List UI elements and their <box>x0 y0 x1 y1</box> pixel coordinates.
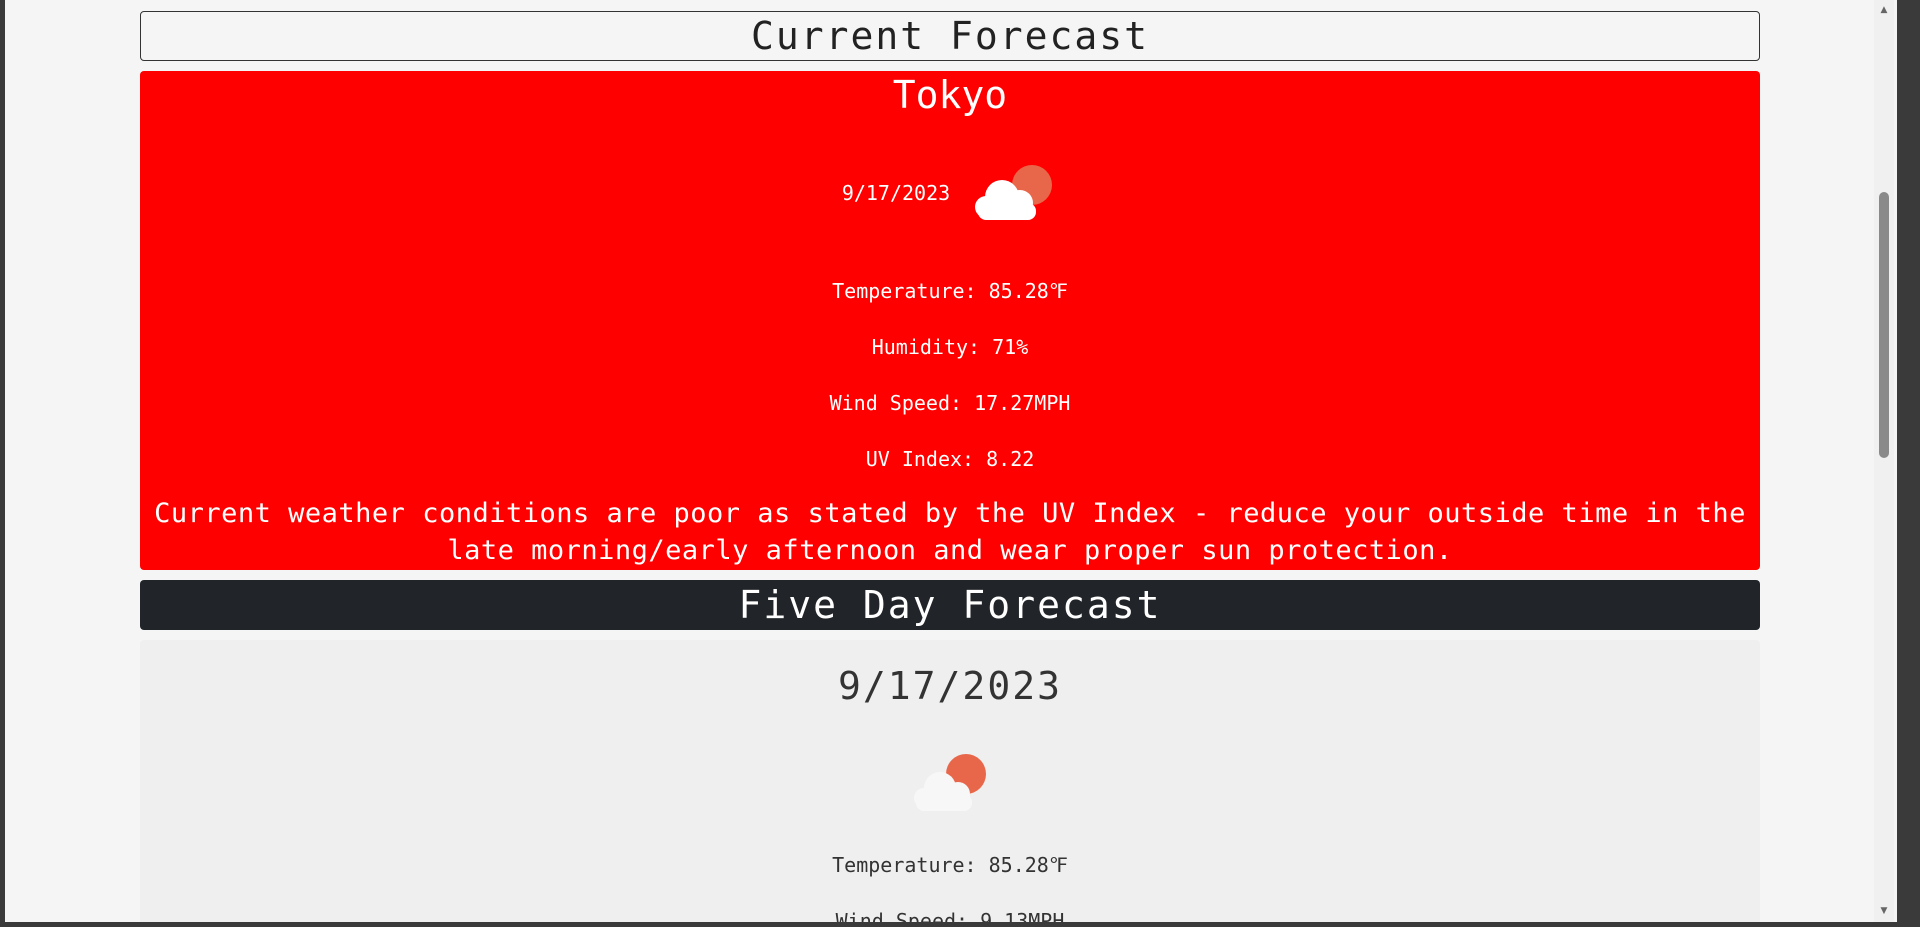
five-day-forecast-header: Five Day Forecast <box>140 580 1760 630</box>
uv-advice-text: Current weather conditions are poor as s… <box>154 498 1746 566</box>
scrollbar-thumb[interactable] <box>1879 192 1889 458</box>
vertical-scrollbar[interactable]: ▲ ▼ <box>1874 0 1894 922</box>
partly-cloudy-icon <box>914 754 986 811</box>
window-frame-left <box>0 0 5 927</box>
forecast-day-date: 9/17/2023 <box>838 664 1062 708</box>
scroll-down-arrow-icon[interactable]: ▼ <box>1874 903 1894 919</box>
forecast-day-card: 9/17/2023 Temperature: 85.28℉ Wind Speed… <box>140 640 1760 922</box>
current-uv-index: UV Index: 8.22 <box>865 447 1035 471</box>
current-forecast-card: Tokyo 9/17/2023 Temperature: 85.28℉ Humi… <box>140 71 1760 570</box>
partly-cloudy-icon <box>975 165 1053 220</box>
current-wind-speed: Wind Speed: 17.27MPH <box>829 391 1071 415</box>
window-frame-bottom <box>0 922 1920 927</box>
city-name: Tokyo <box>892 73 1008 117</box>
current-forecast-header: Current Forecast <box>140 11 1760 61</box>
scroll-up-arrow-icon[interactable]: ▲ <box>1874 2 1894 18</box>
current-temperature: Temperature: 85.28℉ <box>832 279 1068 303</box>
page-viewport: Current Forecast Tokyo 9/17/2023 Tempera… <box>5 0 1897 922</box>
current-date: 9/17/2023 <box>841 181 951 205</box>
forecast-day-temperature: Temperature: 85.28℉ <box>832 853 1068 877</box>
current-humidity: Humidity: 71% <box>871 335 1029 359</box>
forecast-day-wind-speed: Wind Speed: 9.13MPH <box>835 909 1065 922</box>
current-date-row: 9/17/2023 <box>140 163 1760 223</box>
